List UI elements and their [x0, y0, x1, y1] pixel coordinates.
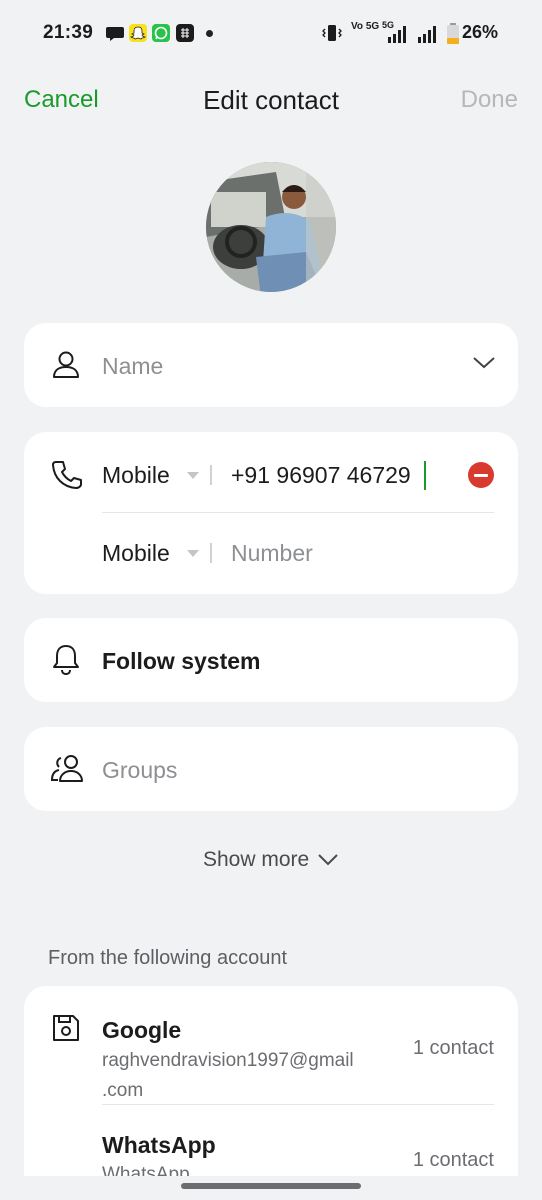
- ringtone-label[interactable]: Follow system: [102, 648, 260, 675]
- name-input[interactable]: Name: [102, 353, 163, 380]
- phone-icon: [52, 461, 82, 489]
- threads-icon: [176, 24, 194, 42]
- groups-icon: [50, 755, 83, 782]
- save-account-icon: [53, 1015, 79, 1041]
- accounts-section-label: From the following account: [48, 947, 288, 969]
- phone-type-dropdown-icon-2[interactable]: [187, 550, 199, 557]
- volte-indicator: Vo 5G: [351, 21, 380, 32]
- phone-type-selector-1[interactable]: Mobile: [102, 462, 170, 489]
- remove-phone-button[interactable]: [468, 462, 494, 488]
- phone-type-dropdown-icon[interactable]: [187, 472, 199, 479]
- done-button[interactable]: Done: [461, 86, 518, 114]
- contact-photo-image: [206, 162, 336, 292]
- status-bar: 21:39 Vo 5G 5G 26%: [0, 0, 542, 66]
- divider: [102, 1104, 494, 1105]
- more-notifications-dot: [206, 30, 213, 37]
- signal-strength-2-icon: [418, 26, 436, 43]
- account-name-whatsapp: WhatsApp: [102, 1132, 216, 1158]
- signal-strength-icon: [388, 26, 406, 43]
- bell-icon: [53, 645, 79, 676]
- ringtone-card[interactable]: Follow system: [24, 618, 518, 702]
- phone-number-input-2[interactable]: Number: [231, 540, 313, 567]
- chevron-down-icon: [318, 854, 338, 866]
- account-contact-count-google: 1 contact: [412, 1037, 494, 1059]
- battery-icon: [447, 23, 459, 44]
- whatsapp-icon: [152, 24, 170, 42]
- home-indicator[interactable]: [181, 1183, 361, 1189]
- groups-card[interactable]: Groups: [24, 727, 518, 811]
- snapchat-icon: [129, 24, 147, 42]
- groups-input[interactable]: Groups: [102, 757, 177, 784]
- account-email-line2: .com: [102, 1080, 144, 1101]
- chevron-down-icon[interactable]: [472, 355, 496, 371]
- divider: [102, 512, 494, 513]
- show-more-button[interactable]: Show more: [0, 848, 542, 872]
- field-separator-2: [210, 543, 212, 563]
- status-time: 21:39: [43, 22, 94, 43]
- battery-percent: 26%: [462, 22, 499, 42]
- accounts-card: Google raghvendravision1997@gmail .com 1…: [24, 986, 518, 1176]
- text-cursor: [424, 461, 426, 490]
- messaging-icon: [106, 27, 124, 41]
- minus-icon: [474, 474, 488, 477]
- phone-number-input-1[interactable]: +91 96907 46729: [231, 462, 411, 489]
- field-separator: [210, 465, 212, 485]
- contact-photo[interactable]: [206, 162, 336, 292]
- account-name-google: Google: [102, 1017, 182, 1043]
- name-card[interactable]: Name: [24, 323, 518, 407]
- phone-card: Mobile +91 96907 46729 Mobile Number: [24, 432, 518, 594]
- vibrate-icon: [322, 25, 342, 41]
- show-more-label: Show more: [202, 848, 310, 871]
- person-icon: [53, 351, 79, 378]
- account-sub-whatsapp: WhatsApp: [102, 1164, 190, 1176]
- account-email-line1: raghvendravision1997@gmail: [102, 1050, 354, 1071]
- account-contact-count-whatsapp: 1 contact: [412, 1149, 494, 1171]
- phone-type-selector-2[interactable]: Mobile: [102, 540, 170, 567]
